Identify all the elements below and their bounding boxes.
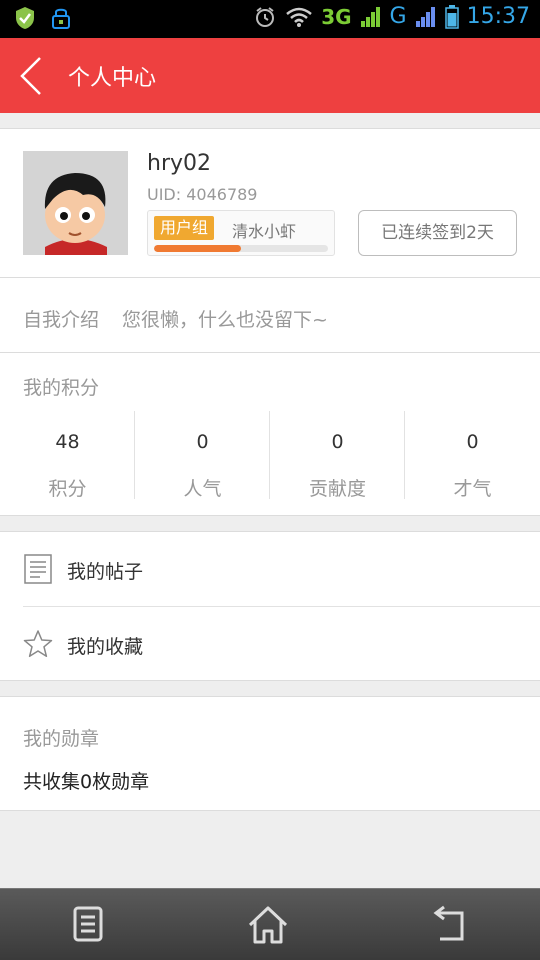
stat-label: 才气 (453, 478, 492, 500)
menu-list: 我的帖子 我的收藏 (0, 531, 540, 681)
points-section: 我的积分 48 积分 0 人气 0 贡献度 0 才气 (0, 353, 540, 516)
points-title: 我的积分 (23, 377, 100, 399)
stat-label: 积分 (48, 478, 87, 500)
avatar[interactable] (23, 151, 128, 255)
user-group-tag: 用户组 (154, 216, 215, 240)
user-group-name: 清水小虾 (232, 222, 297, 241)
stat-contribution[interactable]: 0 贡献度 (270, 411, 405, 501)
back-button[interactable] (12, 54, 52, 98)
wifi-icon (286, 7, 312, 27)
home-nav-button[interactable] (246, 903, 290, 947)
star-icon (23, 630, 53, 658)
signal-icon (360, 6, 380, 27)
status-bar: 3G G 15:37 (0, 0, 540, 38)
user-group-box: 用户组 清水小虾 (147, 210, 335, 256)
stat-talent[interactable]: 0 才气 (405, 411, 540, 501)
system-nav-bar (0, 888, 540, 960)
menu-nav-button[interactable] (66, 903, 110, 947)
self-intro-label: 自我介绍 (23, 309, 100, 331)
shield-icon (16, 7, 34, 29)
avatar-cartoon-icon (23, 151, 128, 255)
signal-icon-2 (415, 6, 435, 27)
back-arrow-icon (433, 905, 464, 941)
network-3g-label: 3G (321, 4, 352, 29)
network-g-label: G (389, 4, 407, 29)
stat-points[interactable]: 48 积分 (0, 411, 135, 501)
menu-item-label: 我的帖子 (67, 561, 144, 583)
stat-label: 贡献度 (308, 478, 366, 500)
stat-value: 0 (196, 431, 209, 453)
chevron-left-icon (20, 57, 41, 95)
username: hry02 (147, 151, 212, 176)
menu-item-my-favorites[interactable]: 我的收藏 (0, 607, 540, 681)
medals-summary: 共收集0枚勋章 (23, 771, 150, 793)
menu-item-label: 我的收藏 (67, 636, 144, 658)
medals-title: 我的勋章 (23, 728, 100, 750)
self-intro-row[interactable]: 自我介绍 您很懒，什么也没留下~ (0, 278, 540, 353)
app-header: 个人中心 (0, 38, 540, 113)
stat-label: 人气 (183, 478, 222, 500)
stat-value: 48 (55, 431, 80, 453)
clock: 15:37 (466, 4, 530, 29)
medals-section: 我的勋章 共收集0枚勋章 (0, 696, 540, 811)
stat-value: 0 (331, 431, 344, 453)
self-intro-text: 您很懒，什么也没留下~ (122, 309, 328, 331)
home-icon (248, 906, 288, 944)
menu-item-my-posts[interactable]: 我的帖子 (0, 532, 540, 607)
page-title: 个人中心 (68, 66, 157, 91)
user-id: UID: 4046789 (147, 185, 258, 204)
back-nav-button[interactable] (428, 903, 472, 947)
checkin-button[interactable]: 已连续签到2天 (358, 210, 517, 256)
level-progress-fill (154, 245, 241, 252)
menu-icon (73, 906, 103, 942)
battery-icon (444, 4, 459, 29)
stat-value: 0 (466, 431, 479, 453)
document-icon (24, 554, 52, 584)
alarm-icon (256, 6, 275, 27)
profile-card: hry02 UID: 4046789 用户组 清水小虾 已连续签到2天 (0, 128, 540, 278)
lock-notification-icon (52, 8, 70, 29)
stat-popularity[interactable]: 0 人气 (135, 411, 270, 501)
level-progress-bar (154, 245, 328, 252)
